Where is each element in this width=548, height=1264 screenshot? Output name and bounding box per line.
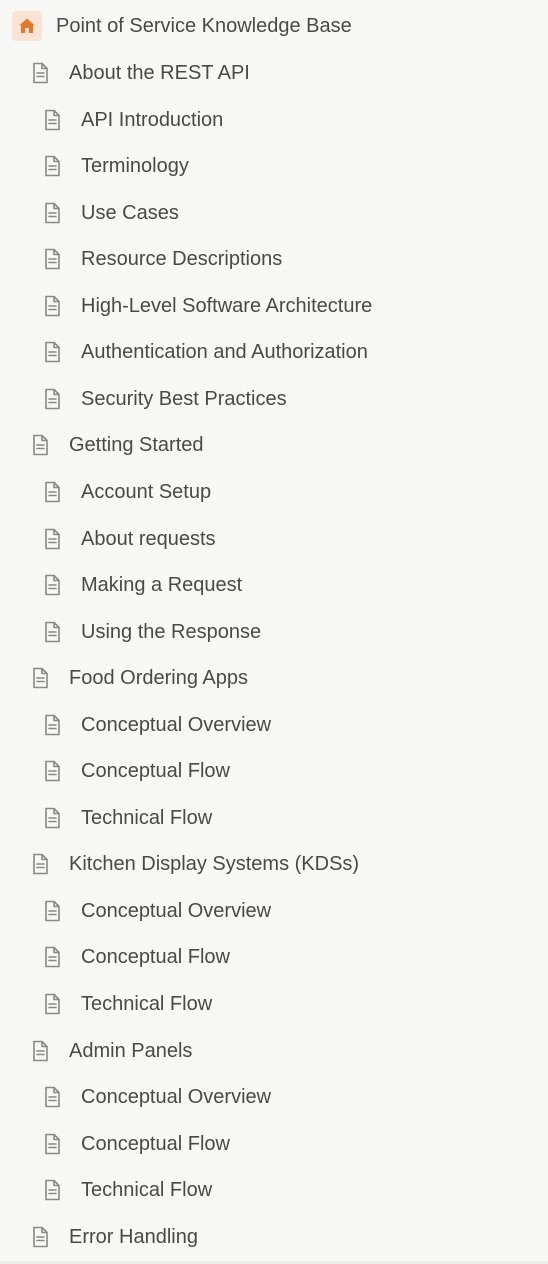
page-icon xyxy=(29,434,51,456)
page-icon xyxy=(29,1226,51,1248)
sidebar-item-label: Food Ordering Apps xyxy=(69,667,248,689)
sidebar-item-label: Resource Descriptions xyxy=(81,248,283,270)
sidebar-item-label: Making a Request xyxy=(81,574,243,596)
sidebar-item[interactable]: Using the Response xyxy=(0,612,548,652)
page-icon xyxy=(41,900,63,922)
page-icon xyxy=(41,341,63,363)
page-icon xyxy=(41,760,63,782)
sidebar-item-label: Using the Response xyxy=(81,621,262,643)
page-icon xyxy=(29,667,51,689)
sidebar-item[interactable]: Admin Panels xyxy=(0,1031,548,1071)
sidebar-item-label: Conceptual Flow xyxy=(81,760,230,782)
sidebar-item-label: Account Setup xyxy=(81,481,212,503)
sidebar-item-label: About requests xyxy=(81,528,216,550)
sidebar-item[interactable]: Account Setup xyxy=(0,472,548,512)
sidebar-item[interactable]: High-Level Software Architecture xyxy=(0,286,548,326)
page-icon xyxy=(41,388,63,410)
page-icon xyxy=(41,248,63,270)
page-icon xyxy=(29,62,51,84)
page-icon xyxy=(29,1040,51,1062)
sidebar-item-label: Getting Started xyxy=(69,434,204,456)
page-icon xyxy=(29,853,51,875)
home-icon xyxy=(12,11,42,41)
sidebar-item[interactable]: Conceptual Overview xyxy=(0,891,548,931)
page-icon xyxy=(41,714,63,736)
sidebar-item[interactable]: Conceptual Flow xyxy=(0,1124,548,1164)
sidebar-item[interactable]: Use Cases xyxy=(0,193,548,233)
sidebar-item[interactable]: Technical Flow xyxy=(0,984,548,1024)
sidebar-item[interactable]: Error Handling xyxy=(0,1217,548,1257)
sidebar-item-label: About the REST API xyxy=(69,62,250,84)
sidebar-item[interactable]: Making a Request xyxy=(0,565,548,605)
page-icon xyxy=(41,1179,63,1201)
sidebar-item-label: Conceptual Flow xyxy=(81,946,230,968)
page-icon xyxy=(41,946,63,968)
sidebar-item-label: Terminology xyxy=(81,155,189,177)
page-icon xyxy=(41,155,63,177)
sidebar-item[interactable]: Authentication and Authorization xyxy=(0,332,548,372)
sidebar-item[interactable]: API Introduction xyxy=(0,100,548,140)
sidebar-item-label: High-Level Software Architecture xyxy=(81,295,373,317)
sidebar-item-label: Error Handling xyxy=(69,1226,198,1248)
sidebar-item-label: Kitchen Display Systems (KDSs) xyxy=(69,853,360,875)
sidebar-item[interactable]: About the REST API xyxy=(0,53,548,93)
sidebar-item[interactable]: Technical Flow xyxy=(0,1170,548,1210)
page-icon xyxy=(41,528,63,550)
page-icon xyxy=(41,109,63,131)
page-icon xyxy=(41,202,63,224)
sidebar-item[interactable]: Resource Descriptions xyxy=(0,239,548,279)
sidebar-item[interactable]: About requests xyxy=(0,519,548,559)
page-icon xyxy=(41,1133,63,1155)
page-icon xyxy=(41,993,63,1015)
sidebar-item[interactable]: Food Ordering Apps xyxy=(0,658,548,698)
page-icon xyxy=(41,1086,63,1108)
sidebar-root-item[interactable]: Point of Service Knowledge Base xyxy=(0,6,548,46)
sidebar-item-label: Technical Flow xyxy=(81,993,213,1015)
sidebar-item-label: Use Cases xyxy=(81,202,179,224)
sidebar-item[interactable]: Technical Flow xyxy=(0,798,548,838)
sidebar-item[interactable]: Conceptual Flow xyxy=(0,937,548,977)
sidebar-item[interactable]: Conceptual Overview xyxy=(0,1077,548,1117)
sidebar-item-label: API Introduction xyxy=(81,109,224,131)
page-icon xyxy=(41,807,63,829)
sidebar-item[interactable]: Getting Started xyxy=(0,425,548,465)
sidebar-item-label: Conceptual Overview xyxy=(81,1086,272,1108)
sidebar-item[interactable]: Security Best Practices xyxy=(0,379,548,419)
sidebar-root-label: Point of Service Knowledge Base xyxy=(56,15,352,37)
sidebar-item-label: Admin Panels xyxy=(69,1040,193,1062)
sidebar-item[interactable]: Kitchen Display Systems (KDSs) xyxy=(0,844,548,884)
sidebar-item-label: Security Best Practices xyxy=(81,388,287,410)
sidebar-item[interactable]: Conceptual Flow xyxy=(0,751,548,791)
sidebar-item-label: Conceptual Flow xyxy=(81,1133,230,1155)
sidebar-item-label: Authentication and Authorization xyxy=(81,341,368,363)
sidebar-item[interactable]: Terminology xyxy=(0,146,548,186)
page-icon xyxy=(41,574,63,596)
page-icon xyxy=(41,621,63,643)
sidebar-item[interactable]: Conceptual Overview xyxy=(0,705,548,745)
page-icon xyxy=(41,481,63,503)
sidebar-item-label: Technical Flow xyxy=(81,807,213,829)
sidebar-item-label: Technical Flow xyxy=(81,1179,213,1201)
sidebar-item-label: Conceptual Overview xyxy=(81,900,272,922)
page-icon xyxy=(41,295,63,317)
sidebar-item-label: Conceptual Overview xyxy=(81,714,272,736)
